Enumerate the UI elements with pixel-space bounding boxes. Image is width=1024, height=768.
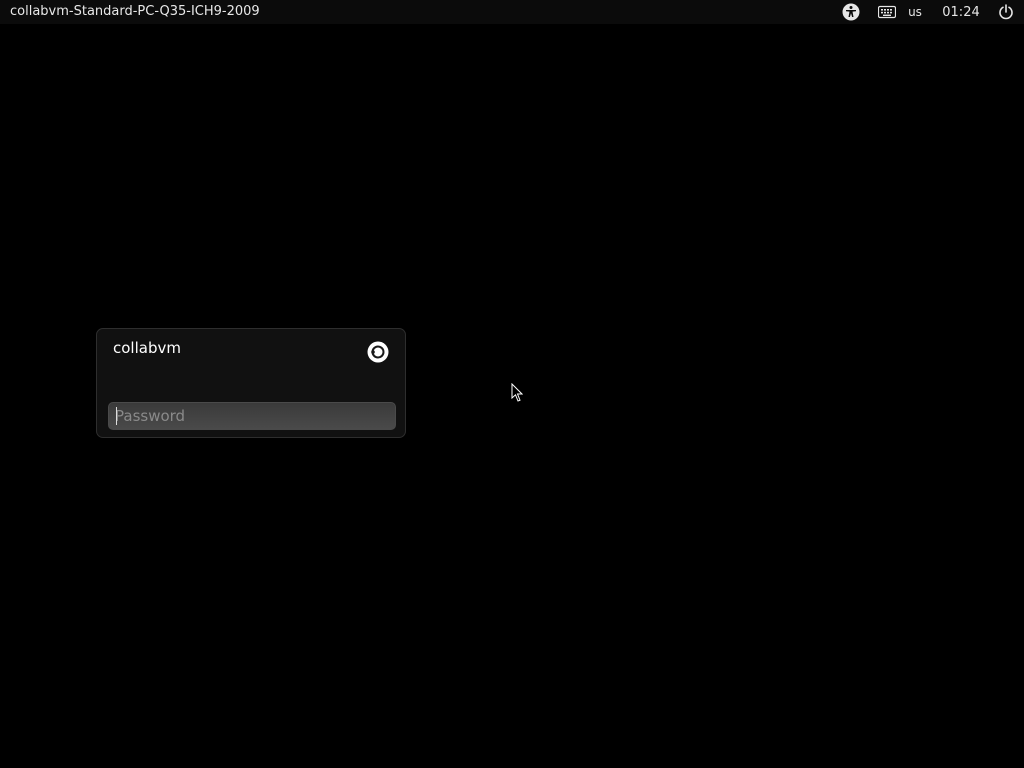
keyboard-indicator[interactable]	[878, 2, 896, 22]
top-panel: collabvm-Standard-PC-Q35-ICH9-2009 us 01…	[0, 0, 1024, 24]
ubuntu-session-icon	[367, 341, 389, 363]
accessibility-indicator[interactable]	[842, 2, 860, 22]
power-icon	[999, 4, 1013, 20]
keyboard-layout-label[interactable]: us	[906, 2, 924, 22]
keyboard-icon	[878, 5, 896, 19]
user-name[interactable]: collabvm	[113, 339, 181, 357]
hostname-label: collabvm-Standard-PC-Q35-ICH9-2009	[10, 4, 260, 19]
text-caret	[116, 407, 117, 425]
mouse-pointer-icon	[511, 383, 523, 402]
power-menu[interactable]	[997, 2, 1015, 22]
password-input[interactable]	[108, 402, 396, 430]
session-selector-button[interactable]	[367, 341, 389, 363]
accessibility-icon	[842, 3, 860, 21]
clock[interactable]: 01:24	[940, 2, 982, 22]
login-greeter: collabvm	[96, 328, 406, 438]
